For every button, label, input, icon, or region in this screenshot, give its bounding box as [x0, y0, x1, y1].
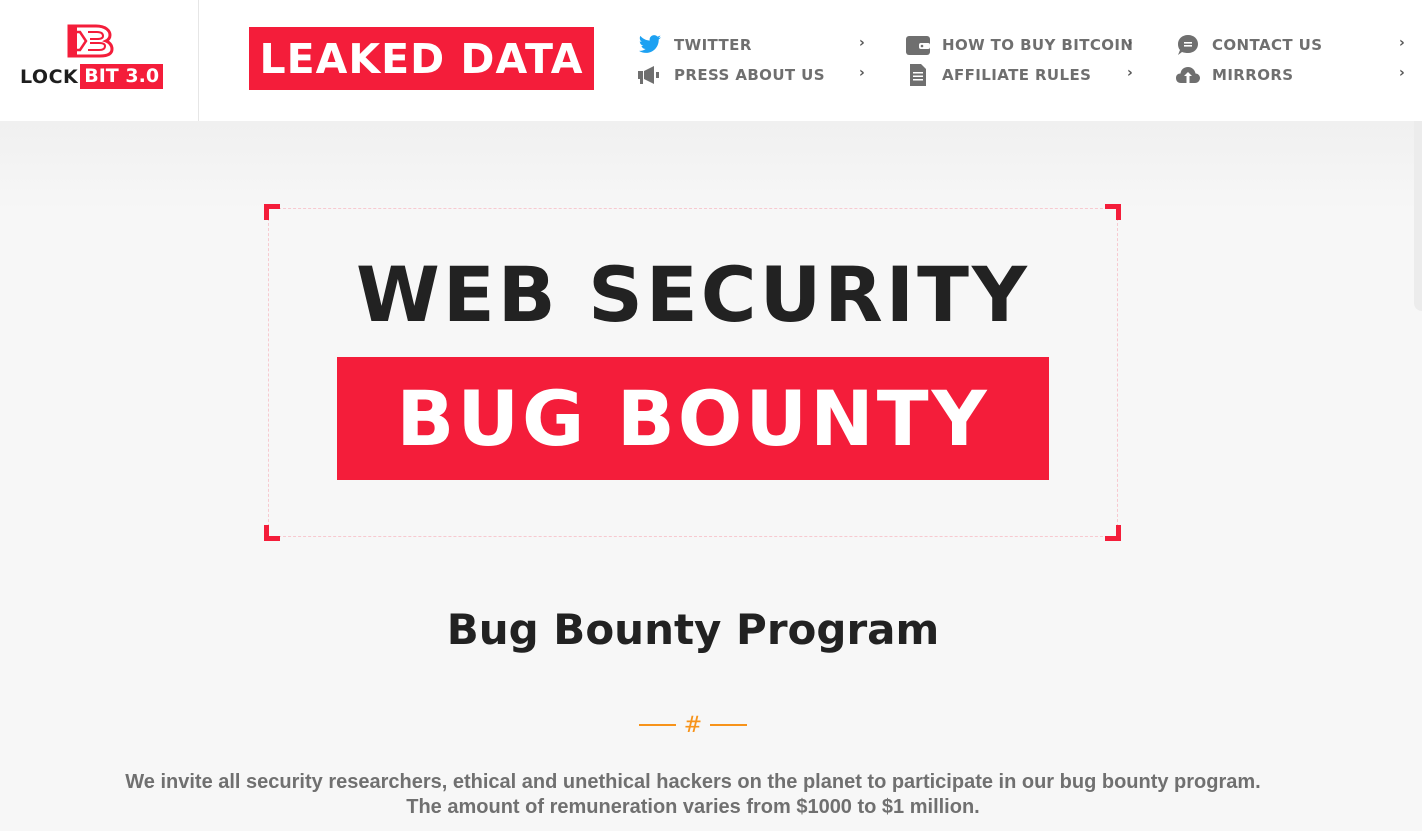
document-icon [905, 64, 931, 86]
chevron-right-icon: › [859, 35, 866, 51]
twitter-icon [637, 34, 663, 56]
hero-background [0, 121, 1422, 211]
nav-how-to-buy-bitcoin[interactable]: HOW TO BUY BITCOIN › [905, 34, 1137, 56]
divider-line-left [639, 724, 676, 726]
nav-mirrors[interactable]: MIRRORS › [1175, 64, 1409, 86]
nav-press-label: PRESS ABOUT US [674, 66, 825, 84]
corner-bracket-top-left [264, 204, 280, 220]
logo-lock-text: LOCK [20, 65, 79, 88]
megaphone-icon [637, 64, 663, 86]
nav-contact-us[interactable]: CONTACT US › [1175, 34, 1409, 56]
section-divider: # [639, 710, 747, 740]
cloud-upload-icon [1175, 64, 1201, 86]
wallet-icon [905, 34, 931, 56]
corner-bracket-bottom-left [264, 525, 280, 541]
lockbit-b-icon [67, 24, 114, 58]
logo-bit-text: BIT 3.0 [80, 64, 164, 89]
hero-banner: BUG BOUNTY [337, 357, 1049, 480]
nav-contact-label: CONTACT US [1212, 36, 1323, 54]
chevron-right-icon: › [1399, 35, 1406, 51]
chevron-right-icon: › [1399, 65, 1406, 81]
scrollbar[interactable] [1414, 121, 1422, 311]
chevron-right-icon: › [859, 65, 866, 81]
intro-line-2: The amount of remuneration varies from $… [406, 796, 980, 818]
corner-bracket-bottom-right [1105, 525, 1121, 541]
hero-title: WEB SECURITY [356, 250, 1030, 339]
nav-affiliate-rules[interactable]: AFFILIATE RULES › [905, 64, 1137, 86]
section-title: Bug Bounty Program [446, 605, 940, 654]
logo-wordmark: LOCK BIT 3.0 [20, 64, 164, 89]
intro-line-1: We invite all security researchers, ethi… [125, 771, 1261, 793]
nav-mirrors-label: MIRRORS [1212, 66, 1294, 84]
corner-bracket-top-right [1105, 204, 1121, 220]
nav-affiliate-label: AFFILIATE RULES [942, 66, 1092, 84]
nav-bitcoin-label: HOW TO BUY BITCOIN [942, 36, 1134, 54]
chevron-right-icon: › [1127, 35, 1134, 51]
hash-icon: # [683, 712, 703, 738]
divider-line-right [710, 724, 747, 726]
nav-twitter[interactable]: TWITTER › [637, 34, 869, 56]
nav-press-about-us[interactable]: PRESS ABOUT US › [637, 64, 869, 86]
chat-bubble-icon [1175, 34, 1201, 56]
nav-twitter-label: TWITTER [674, 36, 752, 54]
site-header: LOCK BIT 3.0 LEAKED DATA TWITTER › PRESS… [0, 0, 1422, 121]
leaked-data-button[interactable]: LEAKED DATA [249, 27, 594, 90]
chevron-right-icon: › [1127, 65, 1134, 81]
intro-text: We invite all security researchers, ethi… [0, 770, 1386, 820]
logo[interactable]: LOCK BIT 3.0 [0, 0, 199, 121]
